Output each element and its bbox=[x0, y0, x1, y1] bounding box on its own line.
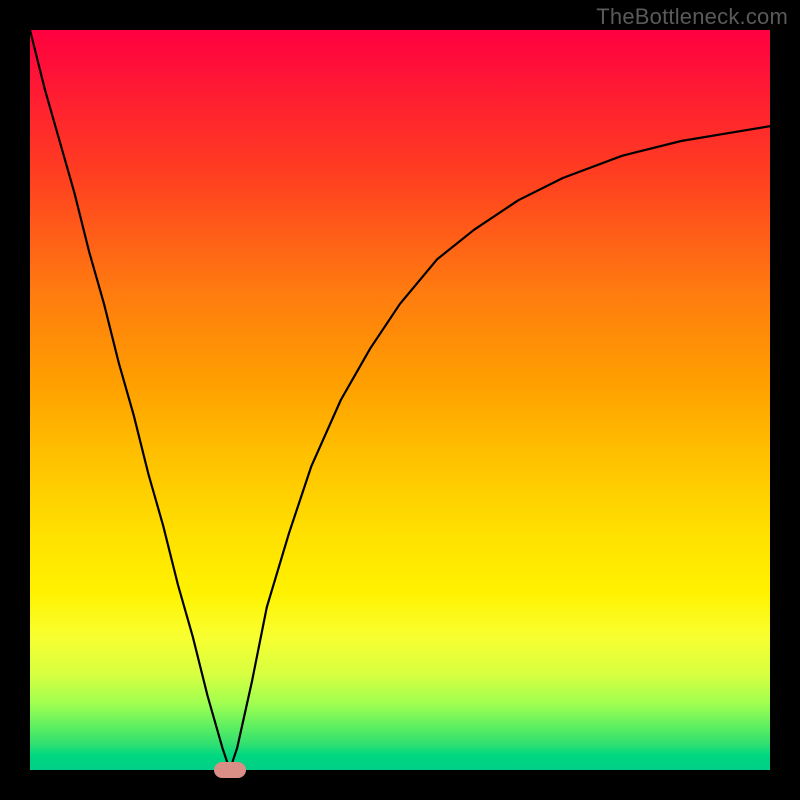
plot-area bbox=[30, 30, 770, 770]
bottleneck-curve bbox=[30, 30, 770, 770]
optimal-point-marker bbox=[214, 762, 246, 778]
watermark-text: TheBottleneck.com bbox=[596, 4, 788, 30]
chart-frame: TheBottleneck.com bbox=[0, 0, 800, 800]
